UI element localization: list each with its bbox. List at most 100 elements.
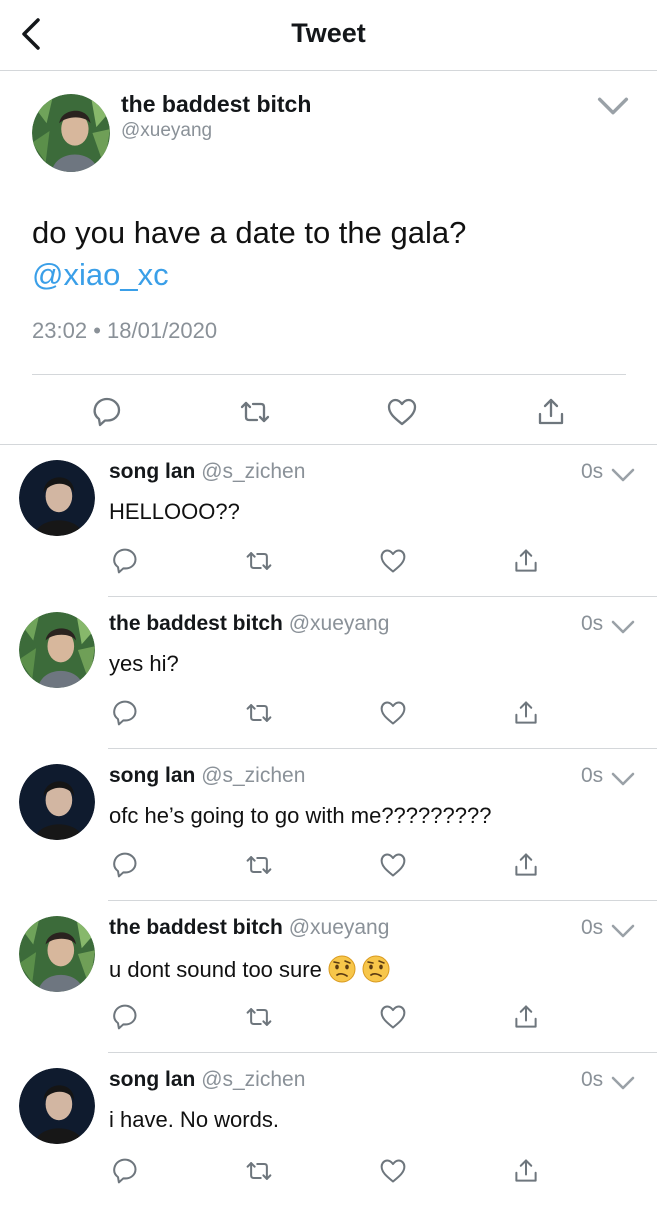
- avatar[interactable]: [19, 916, 95, 992]
- more-options-button[interactable]: [611, 923, 635, 939]
- top-bar: Tweet: [0, 0, 657, 71]
- more-options-button[interactable]: [611, 1075, 635, 1091]
- reply-tweet[interactable]: the baddest bitch @xueyang 0s yes hi?: [0, 597, 657, 749]
- more-options-button[interactable]: [611, 467, 635, 483]
- reply-button[interactable]: [111, 699, 139, 727]
- share-icon: [515, 701, 537, 724]
- reply-header: song lan @s_zichen: [109, 764, 305, 788]
- like-icon: [380, 1005, 406, 1029]
- author-name[interactable]: the baddest bitch: [109, 612, 283, 635]
- avatar[interactable]: [19, 1068, 95, 1144]
- reply-tweet[interactable]: the baddest bitch @xueyang 0s u dont sou…: [0, 901, 657, 1053]
- retweet-button[interactable]: [239, 396, 271, 428]
- reply-icon: [113, 852, 137, 878]
- more-options-button[interactable]: [611, 771, 635, 787]
- chevron-down-icon: [597, 97, 629, 115]
- like-icon: [380, 549, 406, 573]
- tweet-timestamp: 23:02 • 18/01/2020: [32, 318, 217, 344]
- chevron-down-icon: [611, 924, 635, 938]
- reply-button[interactable]: [111, 1157, 139, 1185]
- avatar[interactable]: [19, 460, 95, 536]
- author-name[interactable]: the baddest bitch: [109, 916, 283, 939]
- tweet-time: 23:02: [32, 318, 88, 343]
- reply-header: the baddest bitch @xueyang: [109, 916, 389, 940]
- like-button[interactable]: [386, 396, 418, 428]
- like-button[interactable]: [379, 547, 407, 575]
- reply-tweet[interactable]: song lan @s_zichen 0s i have. No words.: [0, 1053, 657, 1205]
- reply-text: HELLOOO??: [109, 499, 240, 524]
- meta-separator: •: [93, 318, 101, 343]
- share-button[interactable]: [535, 396, 567, 428]
- reply-time: 0s: [581, 764, 604, 787]
- like-icon: [380, 1159, 406, 1183]
- reply-text: yes hi?: [109, 651, 179, 676]
- share-button[interactable]: [512, 1157, 540, 1185]
- retweet-icon: [246, 704, 272, 722]
- share-button[interactable]: [512, 1003, 540, 1031]
- reply-time: 0s: [581, 460, 604, 483]
- more-options-button[interactable]: [611, 619, 635, 635]
- retweet-button[interactable]: [245, 851, 273, 879]
- mention-link[interactable]: @xiao_xc: [32, 254, 632, 296]
- avatar[interactable]: [19, 764, 95, 840]
- retweet-button[interactable]: [245, 699, 273, 727]
- chevron-down-icon: [611, 772, 635, 786]
- confused-face-emoji: [327, 955, 356, 983]
- reply-button[interactable]: [91, 396, 123, 428]
- avatar[interactable]: [32, 94, 110, 172]
- share-button[interactable]: [512, 851, 540, 879]
- share-button[interactable]: [512, 699, 540, 727]
- author-name[interactable]: song lan: [109, 1068, 195, 1091]
- chevron-down-icon: [611, 468, 635, 482]
- page-title: Tweet: [291, 18, 366, 48]
- reply-tweet[interactable]: song lan @s_zichen 0s ofc he’s going to …: [0, 749, 657, 901]
- author-handle[interactable]: @xueyang: [289, 612, 390, 635]
- main-tweet: the baddest bitch @xueyang do you have a…: [0, 70, 657, 445]
- reply-time: 0s: [581, 1068, 604, 1091]
- author-handle[interactable]: @s_zichen: [201, 1068, 305, 1091]
- share-icon: [538, 398, 564, 425]
- reply-button[interactable]: [111, 547, 139, 575]
- author-name[interactable]: the baddest bitch: [121, 91, 311, 118]
- share-icon: [515, 1159, 537, 1182]
- reply-header: song lan @s_zichen: [109, 1068, 305, 1092]
- retweet-icon: [246, 1008, 272, 1026]
- share-icon: [515, 853, 537, 876]
- like-button[interactable]: [379, 851, 407, 879]
- like-button[interactable]: [379, 1003, 407, 1031]
- reply-text: ofc he’s going to go with me?????????: [109, 803, 492, 828]
- reply-icon: [93, 397, 121, 427]
- retweet-button[interactable]: [245, 1003, 273, 1031]
- reply-button[interactable]: [111, 1003, 139, 1031]
- reply-icon: [113, 1004, 137, 1030]
- reply-text: i have. No words.: [109, 1107, 279, 1132]
- like-icon: [380, 701, 406, 725]
- reply-header: the baddest bitch @xueyang: [109, 612, 389, 636]
- author-handle[interactable]: @xueyang: [121, 120, 212, 142]
- reply-body: u dont sound too sure: [109, 957, 322, 982]
- reply-time: 0s: [581, 612, 604, 635]
- share-icon: [515, 549, 537, 572]
- reply-time: 0s: [581, 916, 604, 939]
- author-name[interactable]: song lan: [109, 764, 195, 787]
- reply-tweet[interactable]: song lan @s_zichen 0s HELLOOO??: [0, 445, 657, 597]
- author-name[interactable]: song lan: [109, 460, 195, 483]
- author-handle[interactable]: @s_zichen: [201, 460, 305, 483]
- more-options-button[interactable]: [597, 96, 629, 116]
- retweet-button[interactable]: [245, 547, 273, 575]
- share-button[interactable]: [512, 547, 540, 575]
- reply-header: song lan @s_zichen: [109, 460, 305, 484]
- retweet-button[interactable]: [245, 1157, 273, 1185]
- like-button[interactable]: [379, 1157, 407, 1185]
- reply-button[interactable]: [111, 851, 139, 879]
- like-button[interactable]: [379, 699, 407, 727]
- reply-icon: [113, 1158, 137, 1184]
- retweet-icon: [246, 1162, 272, 1180]
- author-handle[interactable]: @s_zichen: [201, 764, 305, 787]
- reply-icon: [113, 700, 137, 726]
- retweet-icon: [240, 401, 270, 423]
- author-handle[interactable]: @xueyang: [289, 916, 390, 939]
- reply-text: u dont sound too sure: [109, 955, 390, 983]
- like-icon: [380, 853, 406, 877]
- avatar[interactable]: [19, 612, 95, 688]
